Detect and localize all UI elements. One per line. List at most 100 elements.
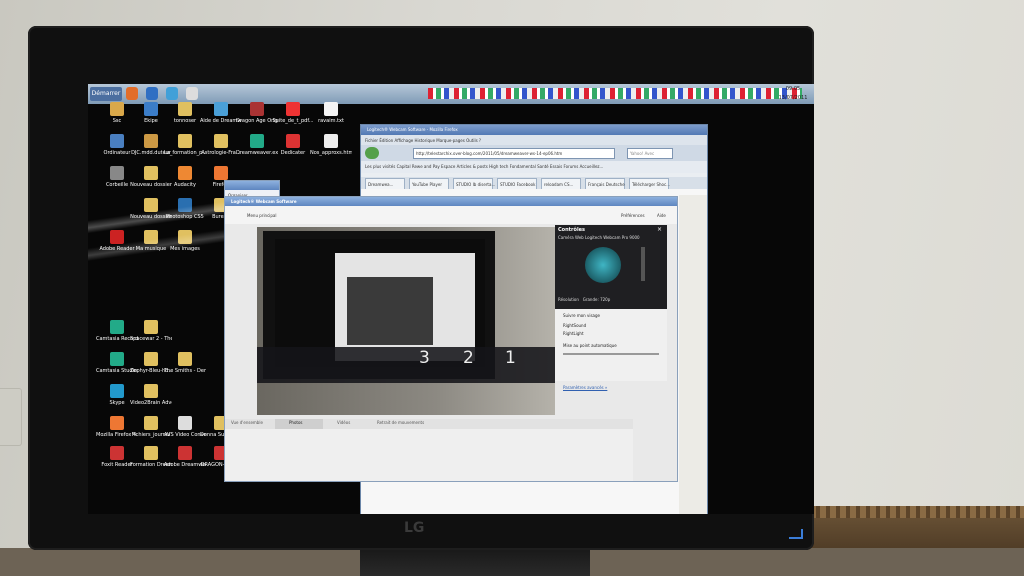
- desktop-icon-glyph: [324, 102, 338, 116]
- browser-tab-label: STUDIO Ib diserta...: [456, 182, 496, 187]
- controls-panel: Contrôles × Caméra Web Logitech Webcam P…: [555, 225, 667, 309]
- resolution-key: Résolution: [558, 297, 579, 302]
- messenger-icon[interactable]: [166, 87, 178, 100]
- countdown-2: 2: [463, 348, 474, 368]
- help-link[interactable]: Aide: [657, 213, 666, 218]
- desktop-icon-glyph: [144, 416, 158, 430]
- taskbar-programs-strip[interactable]: [428, 88, 802, 99]
- controls-title: Contrôles: [558, 227, 586, 233]
- browser-tab-label: Français Deutsche: [588, 182, 625, 187]
- desktop-icon-glyph: [110, 352, 124, 366]
- desktop-icon[interactable]: Suite_de_t_pdf...: [272, 102, 314, 136]
- desktop-icon-glyph: [178, 102, 192, 116]
- desktop-icon-glyph: [110, 134, 124, 148]
- tab-overview[interactable]: Vue d'ensemble: [231, 420, 263, 425]
- desktop-icon[interactable]: Dedicater: [272, 134, 314, 168]
- main-menu-link[interactable]: Menu principal: [247, 213, 277, 218]
- search-placeholder: Yahoo! Avec: [630, 151, 655, 156]
- browser-page-sidebar: [679, 195, 707, 514]
- countdown-1: 1: [505, 348, 516, 368]
- url-bar[interactable]: http://telestarchix.over-blog.com/2011/0…: [413, 148, 615, 159]
- desktop-icon-glyph: [324, 134, 338, 148]
- desktop-icon-glyph: [144, 134, 158, 148]
- preview-nested-window: [347, 277, 433, 345]
- back-button[interactable]: [365, 147, 379, 159]
- desktop-icon-glyph: [110, 166, 124, 180]
- wall-socket: [0, 388, 22, 446]
- desktop-icon-glyph: [144, 320, 158, 334]
- desktop-icon-glyph: [144, 446, 158, 460]
- browser-titlebar: Logitech® Webcam Software - Mozilla Fire…: [361, 125, 707, 135]
- advanced-settings-link[interactable]: Paramètres avancés »: [563, 385, 607, 390]
- desktop-icon-glyph: [214, 134, 228, 148]
- search-input[interactable]: Yahoo! Avec: [627, 148, 673, 159]
- resolution-label: Résolution Grande: 720p: [558, 297, 610, 302]
- desktop-icon[interactable]: ravaim.txt: [310, 102, 352, 136]
- clock-time: 09:05: [785, 86, 801, 92]
- tab-motion[interactable]: Retrait de mouvements: [377, 420, 424, 425]
- desktop-icon-glyph: [110, 416, 124, 430]
- close-icon[interactable]: ×: [657, 226, 662, 233]
- browser-tab-label: Télécharger Shoc...: [632, 182, 671, 187]
- tab-photos[interactable]: Photos: [289, 420, 303, 425]
- browser-tab-label: STUDIO Facebook: [500, 182, 536, 187]
- desktop-icon-label: Suite_de_t_pdf...: [272, 118, 314, 124]
- desktop-icon-label: Dedicater: [280, 150, 306, 156]
- desktop-icon[interactable]: Spacewar 2 - The Perfect Prisoner: [130, 320, 172, 354]
- desktop-icon[interactable]: The Smiths - Demos: [164, 352, 206, 386]
- resolution-value[interactable]: Grande: 720p: [583, 297, 611, 302]
- zoom-slider[interactable]: [641, 247, 645, 281]
- desktop-icon-glyph: [286, 102, 300, 116]
- webcam-preview: [257, 227, 555, 415]
- bookmarks-bar: Les plus visités Capital Rewe and Pay Es…: [361, 161, 707, 173]
- browser-menu-items[interactable]: Fichier Édition Affichage Historique Mar…: [365, 138, 481, 143]
- countdown-3: 3: [419, 348, 430, 368]
- desktop-icon-glyph: [286, 134, 300, 148]
- desktop-icon-label: Spacewar 2 - The Perfect Prisoner: [130, 336, 172, 342]
- browser-title: Logitech® Webcam Software - Mozilla Fire…: [367, 127, 458, 132]
- desktop-icon[interactable]: Video2Brain Adve...: [130, 384, 172, 418]
- check-rightsound[interactable]: RightSound: [563, 323, 586, 328]
- clock: 09:05 13/07/2011: [774, 85, 812, 103]
- desktop-icon-glyph: [250, 102, 264, 116]
- desktop-icon-glyph: [110, 446, 124, 460]
- desktop-icon-glyph: [178, 134, 192, 148]
- power-led[interactable]: [789, 529, 803, 539]
- desktop-icon-glyph: [144, 166, 158, 180]
- tab-videos[interactable]: Vidéos: [337, 420, 350, 425]
- logitech-header: Menu principal Préférences Aide: [225, 206, 677, 224]
- ie-icon[interactable]: [146, 87, 158, 100]
- desktop-icon-glyph: [110, 384, 124, 398]
- desktop-icon-glyph: [214, 102, 228, 116]
- start-button[interactable]: Démarrer: [90, 87, 122, 101]
- desktop-icon-glyph: [144, 352, 158, 366]
- browser-tab-label: YouTube Player: [412, 182, 442, 187]
- desktop-icon-label: Nos_approxs.html: [310, 150, 352, 156]
- logitech-title: Logitech® Webcam Software: [231, 199, 297, 204]
- desktop-icon-glyph: [178, 352, 192, 366]
- preferences-link[interactable]: Préférences: [621, 213, 645, 218]
- desktop-icon[interactable]: Nos_approxs.html: [310, 134, 352, 168]
- desktop-icon-label: Video2Brain Adve...: [130, 400, 172, 406]
- logitech-titlebar: Logitech® Webcam Software: [225, 197, 677, 206]
- check-rightlight[interactable]: RightLight: [563, 331, 584, 336]
- browser-menubar: Fichier Édition Affichage Historique Mar…: [361, 135, 707, 145]
- browser-tab-label: Dreamwea...: [368, 182, 394, 187]
- taskbar: Démarrer 09:05 13/07/2011: [88, 84, 814, 104]
- monitor-screen: Démarrer 09:05 13/07/2011 Ssc Ekipe tonnos…: [88, 84, 814, 514]
- focus-slider[interactable]: [563, 353, 659, 355]
- desktop-icon-glyph: [110, 320, 124, 334]
- check-autofocus[interactable]: Mise au point automatique: [563, 343, 617, 348]
- explorer-icon[interactable]: [186, 87, 198, 100]
- bookmarks-items[interactable]: Les plus visités Capital Rewe and Pay Es…: [365, 164, 603, 169]
- clock-date: 13/07/2011: [778, 95, 808, 101]
- desktop-icon-label: ravaim.txt: [318, 118, 344, 124]
- firefox-icon[interactable]: [126, 87, 138, 100]
- url-text: http://telestarchix.over-blog.com/2011/0…: [416, 151, 563, 156]
- lg-logo: LG: [404, 520, 425, 536]
- pan-tilt-joystick[interactable]: [585, 247, 621, 283]
- check-face-tracking[interactable]: Suivre mon visage: [563, 313, 600, 318]
- monitor-bezel: Démarrer 09:05 13/07/2011 Ssc Ekipe tonnos…: [28, 26, 814, 550]
- folder-titlebar: [225, 181, 279, 190]
- desktop-icon-glyph: [144, 384, 158, 398]
